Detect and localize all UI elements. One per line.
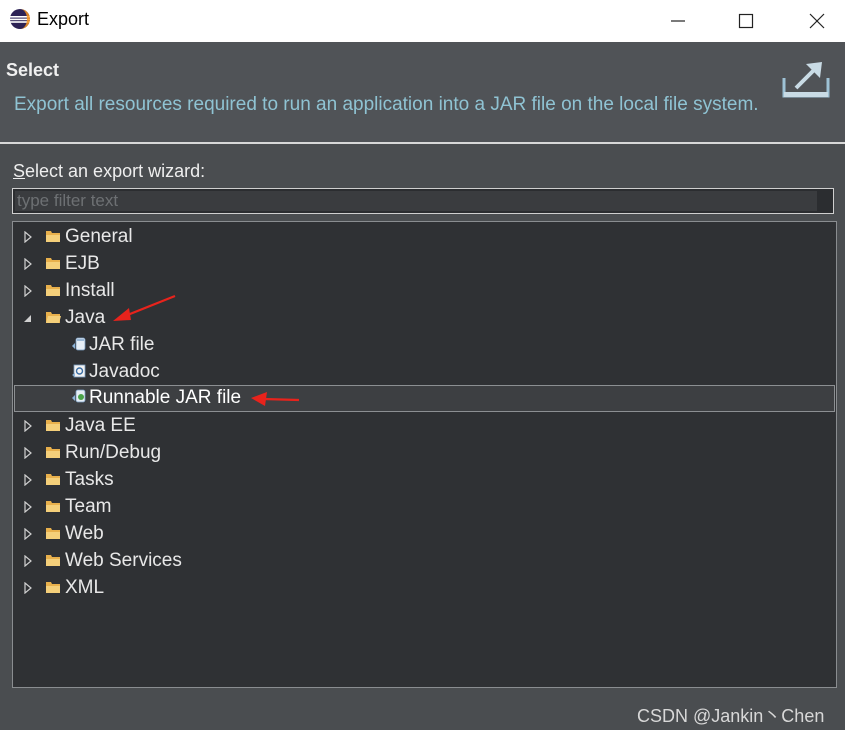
tree-item-label: Team	[65, 496, 112, 517]
filter-field-frame	[12, 188, 834, 214]
tree-item-general[interactable]: General	[14, 224, 835, 251]
tree-item-label: Run/Debug	[65, 442, 162, 463]
tree-item-run-debug[interactable]: Run/Debug	[14, 440, 835, 467]
folder-icon	[46, 420, 60, 431]
expand-arrow-icon[interactable]	[23, 231, 33, 243]
export-wizard-icon	[782, 62, 830, 98]
expand-arrow-icon[interactable]	[23, 582, 33, 594]
collapse-arrow-icon[interactable]	[22, 312, 32, 324]
folder-icon	[46, 258, 60, 269]
folder-icon	[46, 555, 60, 566]
tree-item-web[interactable]: Web	[14, 521, 835, 548]
title-bar: Export	[0, 0, 845, 42]
tree-item-label: Java EE	[65, 415, 136, 436]
window-title: Export	[37, 9, 90, 29]
tree-item-team[interactable]: Team	[14, 494, 835, 521]
tree-item-web-services[interactable]: Web Services	[14, 548, 835, 575]
folder-icon	[46, 447, 60, 458]
folder-open-icon	[46, 312, 61, 323]
expand-arrow-icon[interactable]	[23, 258, 33, 270]
close-button[interactable]	[794, 0, 840, 42]
expand-arrow-icon[interactable]	[23, 501, 33, 513]
tree-item-label: XML	[65, 577, 105, 598]
filter-input[interactable]	[15, 191, 817, 211]
tree-item-xml[interactable]: XML	[14, 575, 835, 602]
close-icon	[809, 13, 825, 29]
tree-item-label: Tasks	[65, 469, 114, 490]
tree-item-label: EJB	[65, 253, 100, 274]
folder-icon	[46, 231, 60, 242]
minimize-icon	[671, 20, 685, 22]
tree-item-javadoc[interactable]: Javadoc	[14, 359, 835, 386]
eclipse-app-icon	[10, 9, 30, 29]
tree-item-label: Runnable JAR file	[89, 387, 242, 408]
tree-item-label: Java	[65, 307, 106, 328]
watermark: CSDN @Jankin丶Chen	[637, 706, 825, 726]
page-description: Export all resources required to run an …	[14, 94, 759, 115]
expand-arrow-icon[interactable]	[23, 420, 33, 432]
tree-item-tasks[interactable]: Tasks	[14, 467, 835, 494]
folder-icon	[46, 501, 60, 512]
folder-icon	[46, 285, 60, 296]
wizard-list-label: Select an export wizard:	[13, 161, 205, 182]
expand-arrow-icon[interactable]	[23, 474, 33, 486]
wizard-tree[interactable]: General EJB Install Java JAR file Javado…	[12, 221, 837, 688]
javadoc-icon	[72, 364, 86, 378]
annotation-arrow-runnable-jar	[251, 392, 300, 406]
tree-item-jar-file[interactable]: JAR file	[14, 332, 835, 359]
tree-item-label: Javadoc	[89, 361, 160, 382]
expand-arrow-icon[interactable]	[23, 555, 33, 567]
wizard-content: Select an export wizard: General EJB Ins…	[0, 144, 845, 730]
minimize-button[interactable]	[655, 0, 701, 42]
runnable-jar-icon	[72, 389, 86, 403]
tree-item-label: JAR file	[89, 334, 155, 355]
wizard-label-mnemonic: S	[13, 161, 26, 181]
wizard-label-text: elect an export wizard:	[25, 161, 206, 181]
maximize-button[interactable]	[723, 0, 769, 42]
expand-arrow-icon[interactable]	[23, 528, 33, 540]
expand-arrow-icon[interactable]	[23, 285, 33, 297]
page-title: Select	[6, 60, 60, 80]
tree-item-runnable-jar-file[interactable]: Runnable JAR file	[14, 385, 835, 412]
tree-item-label: Web	[65, 523, 104, 544]
wizard-header: Select Export all resources required to …	[0, 42, 845, 142]
tree-item-label: General	[65, 226, 133, 247]
folder-icon	[46, 528, 60, 539]
jar-file-icon	[72, 337, 86, 351]
maximize-icon	[738, 13, 754, 29]
folder-icon	[46, 474, 60, 485]
tree-item-label: Web Services	[65, 550, 182, 571]
annotation-arrow-java	[113, 294, 176, 321]
tree-item-label: Install	[65, 280, 115, 301]
tree-item-ejb[interactable]: EJB	[14, 251, 835, 278]
tree-item-java-ee[interactable]: Java EE	[14, 413, 835, 440]
expand-arrow-icon[interactable]	[23, 447, 33, 459]
folder-icon	[46, 582, 60, 593]
